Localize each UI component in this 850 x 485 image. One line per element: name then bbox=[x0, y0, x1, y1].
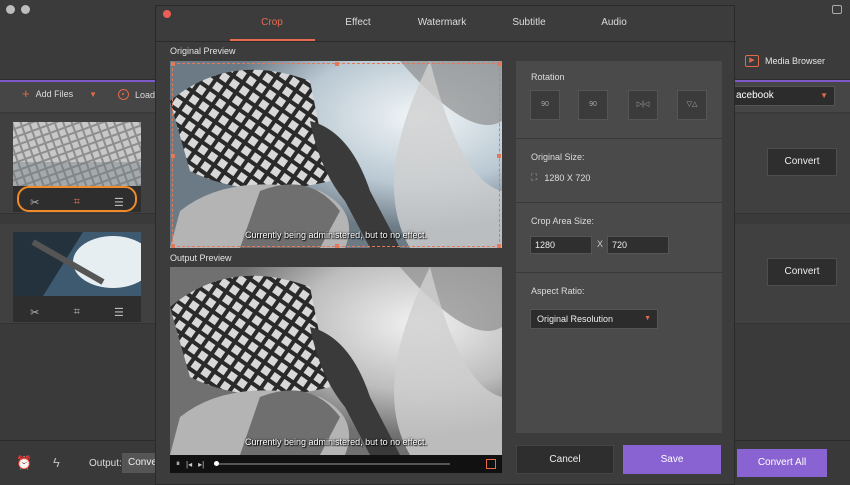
previous-frame-icon[interactable]: |◂ bbox=[186, 460, 192, 469]
edit-dialog: Crop Effect Watermark Subtitle Audio Ori… bbox=[155, 5, 736, 485]
output-preview: Currently being administered, but to no … bbox=[170, 267, 502, 455]
divider bbox=[516, 138, 722, 139]
flip-horizontal-icon[interactable]: ▷|◁ bbox=[628, 90, 658, 120]
video-frame-image bbox=[170, 267, 502, 455]
alarm-clock-icon[interactable]: ⏰ bbox=[16, 455, 32, 471]
crop-handle[interactable] bbox=[497, 62, 501, 66]
crop-handle[interactable] bbox=[497, 244, 501, 248]
video-thumbnail-image bbox=[13, 232, 153, 296]
crop-handle[interactable] bbox=[171, 62, 175, 66]
output-label: Output: bbox=[89, 458, 122, 469]
tab-audio[interactable]: Audio bbox=[574, 17, 654, 28]
load-label: Load bbox=[135, 89, 156, 100]
add-files-button[interactable]: + Add Files ▼ bbox=[22, 86, 97, 101]
chevron-down-icon: ▼ bbox=[820, 91, 828, 100]
crop-icon[interactable]: ⌗ bbox=[74, 306, 80, 319]
aspect-ratio-label: Aspect Ratio: bbox=[531, 286, 585, 296]
tab-watermark[interactable]: Watermark bbox=[402, 17, 482, 28]
crop-size-separator: X bbox=[597, 239, 604, 249]
active-tab-indicator bbox=[230, 39, 315, 41]
convert-button[interactable]: Convert bbox=[767, 258, 837, 286]
edit-tools: ✂ ⌗ ☰ bbox=[13, 299, 141, 325]
chevron-down-icon: ▼ bbox=[644, 315, 651, 322]
crop-handle[interactable] bbox=[171, 244, 175, 248]
convert-all-button[interactable]: Convert All bbox=[737, 449, 827, 477]
output-subtitle: Currently being administered, but to no … bbox=[245, 437, 427, 447]
edit-tools-highlight bbox=[17, 186, 137, 212]
chat-icon[interactable] bbox=[832, 5, 842, 14]
playback-slider-thumb[interactable] bbox=[214, 461, 220, 466]
crop-settings-panel: Rotation 90 90 ▷|◁ ▽△ Original Size: ⛶ 1… bbox=[516, 61, 722, 433]
tab-effect[interactable]: Effect bbox=[318, 17, 398, 28]
crop-handle[interactable] bbox=[335, 62, 339, 66]
convert-button[interactable]: Convert bbox=[767, 148, 837, 176]
media-browser-button[interactable]: ▶ Media Browser bbox=[745, 55, 825, 67]
crop-area-size-label: Crop Area Size: bbox=[531, 216, 595, 226]
original-size-text: 1280 X 720 bbox=[544, 172, 591, 183]
pause-icon[interactable]: ⏸ bbox=[176, 459, 180, 469]
fullscreen-icon[interactable] bbox=[486, 459, 496, 469]
rotate-right-90-icon[interactable]: 90 bbox=[578, 90, 608, 120]
original-size-value: ⛶ 1280 X 720 bbox=[531, 172, 590, 183]
aspect-ratio-select[interactable]: Original Resolution ▼ bbox=[530, 309, 658, 329]
output-profile-select[interactable]: acebook ▼ bbox=[727, 86, 835, 106]
disc-icon bbox=[118, 89, 129, 100]
plus-icon: + bbox=[22, 86, 30, 101]
divider bbox=[516, 272, 722, 273]
tab-subtitle[interactable]: Subtitle bbox=[489, 17, 569, 28]
crop-width-input[interactable]: 1280 bbox=[530, 236, 592, 254]
chevron-down-icon[interactable]: ▼ bbox=[89, 90, 97, 99]
add-files-label: Add Files bbox=[35, 89, 74, 99]
output-profile-value: acebook bbox=[736, 90, 774, 101]
save-button[interactable]: Save bbox=[623, 445, 721, 474]
output-preview-label: Output Preview bbox=[170, 253, 232, 263]
crop-handle[interactable] bbox=[335, 244, 339, 248]
window-close-button[interactable] bbox=[6, 5, 15, 14]
media-browser-icon: ▶ bbox=[745, 55, 759, 67]
rotation-label: Rotation bbox=[531, 72, 565, 82]
rotate-left-90-icon[interactable]: 90 bbox=[530, 90, 560, 120]
flip-vertical-icon[interactable]: ▽△ bbox=[677, 90, 707, 120]
trim-scissors-icon[interactable]: ✂ bbox=[30, 306, 39, 319]
media-browser-label: Media Browser bbox=[765, 56, 826, 66]
load-dvd-button[interactable]: Load bbox=[118, 89, 155, 100]
divider bbox=[516, 202, 722, 203]
window-minimize-button[interactable] bbox=[21, 5, 30, 14]
effects-sliders-icon[interactable]: ☰ bbox=[114, 306, 124, 319]
aspect-ratio-value: Original Resolution bbox=[537, 314, 614, 324]
resize-icon: ⛶ bbox=[531, 172, 538, 182]
playback-slider[interactable] bbox=[214, 461, 451, 466]
lightning-icon[interactable]: ϟ bbox=[53, 455, 60, 470]
file-thumbnail: ✂ ⌗ ☰ bbox=[13, 232, 153, 325]
original-size-label: Original Size: bbox=[531, 152, 585, 162]
crop-handle[interactable] bbox=[497, 154, 501, 158]
video-thumbnail-image bbox=[13, 122, 141, 186]
crop-height-input[interactable]: 720 bbox=[607, 236, 669, 254]
crop-selection-frame[interactable] bbox=[171, 62, 501, 248]
cancel-button[interactable]: Cancel bbox=[516, 445, 614, 474]
tab-crop[interactable]: Crop bbox=[232, 17, 312, 28]
crop-handle[interactable] bbox=[171, 154, 175, 158]
playback-controls: ⏸ |◂ ▸| bbox=[170, 455, 502, 473]
original-preview-label: Original Preview bbox=[170, 46, 236, 56]
dialog-tabs: Crop Effect Watermark Subtitle Audio bbox=[156, 6, 736, 42]
next-frame-icon[interactable]: ▸| bbox=[198, 460, 204, 469]
